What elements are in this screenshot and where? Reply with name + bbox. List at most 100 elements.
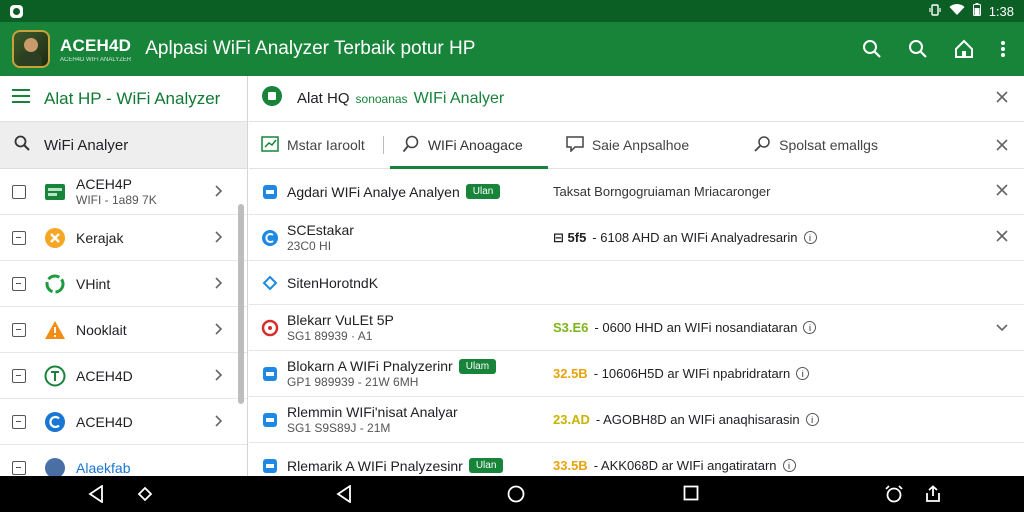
list-item[interactable]: ACEH4D: [0, 399, 247, 445]
pin-icon: [753, 135, 771, 156]
list-item[interactable]: ACEH4P WIFI - 1a89 7K: [0, 169, 247, 215]
search-icon[interactable]: [862, 39, 882, 59]
share-icon[interactable]: [924, 485, 942, 508]
tab-chart[interactable]: Mstar Iaroolt: [249, 122, 377, 168]
brand-name: ACEH4D: [60, 35, 132, 55]
table-row[interactable]: Rlemmin WIFi'nisat Analyar SG1 S9S89J - …: [249, 397, 1024, 443]
row-title: Agdari WIFi Analye Analyen: [287, 183, 460, 200]
circle-t-icon: [44, 365, 66, 387]
row-title: Rlemmin WIFi'nisat Analyar: [287, 404, 458, 420]
close-icon[interactable]: [996, 183, 1008, 201]
list-item-label: ACEH4D: [76, 413, 133, 430]
chevron-right-icon: [215, 230, 223, 248]
right-panel-header: Alat HQ sonoanas WIFi Analyer: [249, 76, 1024, 122]
checkbox[interactable]: [12, 368, 26, 383]
list-item-label: ACEH4D: [76, 367, 133, 384]
recycle-icon: [44, 273, 66, 295]
list-item[interactable]: ACEH4D: [0, 353, 247, 399]
row-title: Blekarr VuLEt 5P: [287, 312, 394, 328]
star-icon: [44, 227, 66, 249]
row-detail: - 10606H5D ar WIFi npabridratarn: [593, 366, 791, 381]
info-icon[interactable]: i: [796, 367, 810, 380]
table-row[interactable]: SCEstakar 23C0 HI ⊟ 5f5 - 6108 AHD an WI…: [249, 215, 1024, 261]
checkbox[interactable]: [12, 460, 26, 475]
brand-sub: ACEH4D WIFI ANALYZER: [60, 56, 132, 63]
tab-analyzer[interactable]: WIFi Anoagace: [389, 122, 548, 169]
app-logo: [12, 30, 50, 68]
scrollbar[interactable]: [238, 204, 244, 404]
close-icon[interactable]: [996, 90, 1008, 108]
battery-icon: [972, 3, 981, 19]
tab-saie[interactable]: Saie Anpsalhoe: [554, 122, 701, 168]
back-icon[interactable]: [336, 484, 352, 508]
row-title: SCEstakar: [287, 222, 354, 238]
right-panel: Alat HQ sonoanas WIFi Analyer Mstar Iaro…: [249, 76, 1024, 476]
row-value: 32.5B: [553, 366, 588, 381]
info-icon[interactable]: i: [803, 321, 817, 334]
red-ring-icon: [261, 319, 279, 337]
checkbox[interactable]: [12, 184, 26, 199]
row-sub: SG1 S9S89J - 21M: [287, 421, 391, 435]
list-item[interactable]: Nooklait: [0, 307, 247, 353]
tab-divider: [382, 136, 384, 154]
app-icon: [10, 4, 23, 18]
tab-spolsat[interactable]: Spolsat emallgs: [741, 122, 890, 168]
rotate-icon[interactable]: [136, 485, 154, 508]
menu-icon[interactable]: [12, 89, 30, 108]
list-item[interactable]: Kerajak: [0, 215, 247, 261]
list-item[interactable]: VHint: [0, 261, 247, 307]
close-icon[interactable]: [996, 138, 1008, 156]
info-icon[interactable]: i: [782, 459, 796, 472]
row-sub: 23C0 HI: [287, 239, 332, 253]
checkbox[interactable]: [12, 276, 26, 291]
recents-icon[interactable]: [683, 485, 699, 506]
search-icon[interactable]: [908, 39, 928, 59]
home-icon[interactable]: [954, 39, 974, 59]
checkbox[interactable]: [12, 230, 26, 245]
close-icon[interactable]: [996, 229, 1008, 247]
alarm-icon[interactable]: [884, 485, 904, 508]
blue-square-icon: [261, 411, 279, 429]
chevron-down-icon[interactable]: [996, 319, 1008, 337]
blue-c-icon: [261, 229, 279, 247]
home-circle-icon[interactable]: [507, 485, 525, 508]
list-item-label: ACEH4P: [76, 176, 133, 192]
row-title: Blokarn A WIFi Pnalyzerinr: [287, 358, 453, 374]
table-row[interactable]: Rlemarik A WIFi Pnalyzesinr Ulan 33.5B -…: [249, 443, 1024, 476]
row-detail: - AGOBH8D an WIFi anaqhisarasin: [595, 412, 800, 427]
row-title: SitenHorotndK: [287, 274, 379, 291]
back-icon[interactable]: [88, 484, 104, 508]
table-row[interactable]: Agdari WIFi Analye Analyen Ulan Taksat B…: [249, 169, 1024, 215]
blue-square-icon: [261, 365, 279, 383]
more-vert-icon[interactable]: [1000, 40, 1006, 58]
blue-square-icon: [261, 457, 279, 475]
status-badge: Ulan: [465, 184, 501, 199]
search-icon: [14, 135, 30, 156]
checkbox[interactable]: [12, 322, 26, 337]
app-badge-icon: [261, 85, 283, 112]
chevron-right-icon: [215, 184, 223, 202]
chevron-right-icon: [215, 322, 223, 340]
checkbox[interactable]: [12, 414, 26, 429]
chart-icon: [261, 135, 279, 155]
table-row[interactable]: Blekarr VuLEt 5P SG1 89939 · A1 S3.E6 - …: [249, 305, 1024, 351]
row-value: 33.5B: [553, 458, 588, 473]
table-row[interactable]: Blokarn A WIFi Pnalyzerinr Ulam GP1 9899…: [249, 351, 1024, 397]
list-item-label: VHint: [76, 275, 111, 292]
status-badge: Ulan: [468, 458, 504, 473]
search-label: WiFi Analyer: [44, 136, 129, 154]
chevron-right-icon: [215, 276, 223, 294]
tab-label: Spolsat emallgs: [779, 137, 878, 153]
tab-label: Mstar Iaroolt: [287, 137, 365, 153]
wifi-card-icon: [44, 181, 66, 203]
left-search[interactable]: WiFi Analyer: [0, 122, 247, 169]
info-icon[interactable]: i: [805, 413, 819, 426]
tab-label: Saie Anpsalhoe: [591, 137, 690, 153]
circle-a-icon: [44, 457, 66, 476]
info-icon[interactable]: i: [803, 231, 817, 244]
table-row[interactable]: SitenHorotndK: [249, 261, 1024, 305]
list-item[interactable]: Alaekfab: [0, 445, 247, 476]
header-subtitle: sonoanas: [355, 91, 408, 106]
left-panel-header: Alat HP - WiFi Analyzer: [0, 76, 247, 122]
header-title: Alat HQ: [297, 90, 350, 107]
